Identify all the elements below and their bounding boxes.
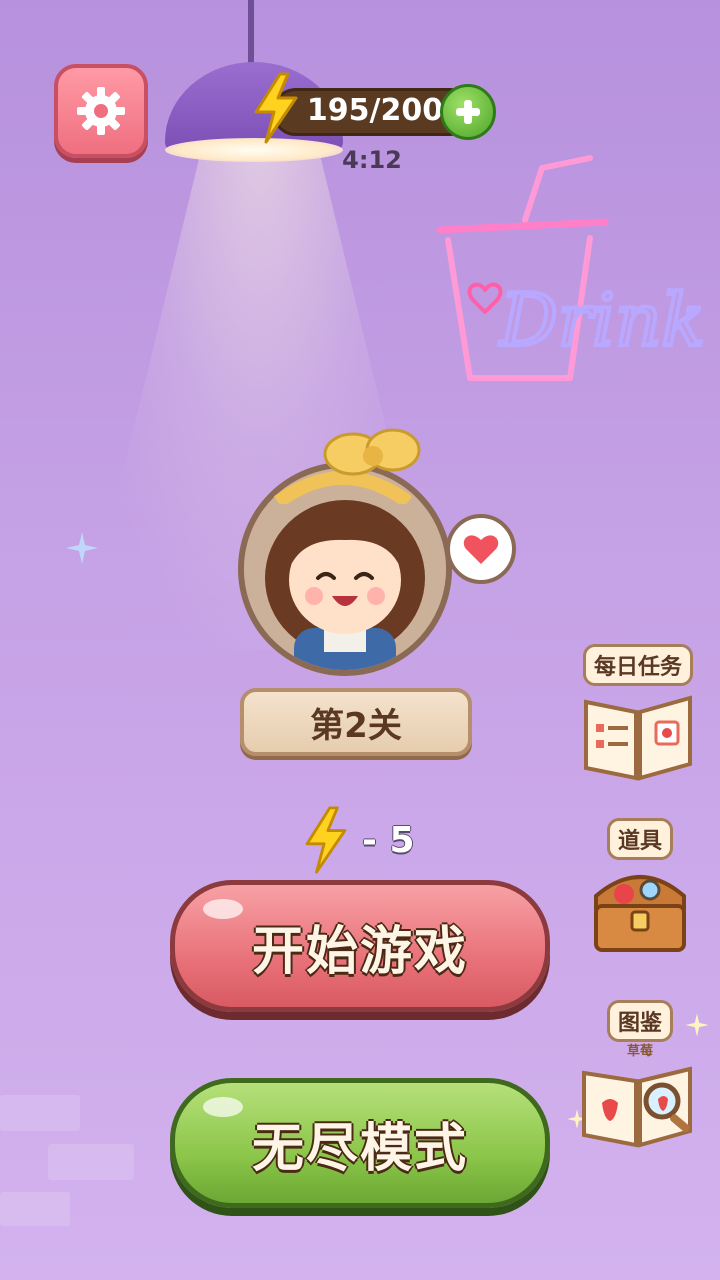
- level-label: 第2关: [310, 705, 402, 746]
- energy-refill-timer: 4:12: [342, 146, 402, 174]
- treasure-chest-icon: [594, 875, 686, 952]
- lightning-icon: [254, 72, 298, 144]
- energy-count: 195/200: [306, 93, 444, 128]
- neon-drink-sign: Drink: [436, 155, 707, 381]
- energy-cost-text: - 5: [362, 819, 415, 861]
- collection-label: 图鉴: [606, 1000, 673, 1042]
- endless-mode-label: 无尽模式: [251, 1118, 468, 1179]
- daily-tasks-label: 每日任务: [582, 644, 693, 686]
- daily-tasks-button[interactable]: 每日任务: [578, 644, 698, 782]
- energy-cost: - 5: [300, 806, 415, 874]
- heart-speech-bubble: [446, 514, 516, 584]
- endless-mode-button[interactable]: 无尽模式: [170, 1078, 550, 1208]
- items-button[interactable]: 道具: [580, 818, 700, 956]
- start-game-button[interactable]: 开始游戏: [170, 880, 550, 1012]
- neon-sign-text: Drink: [498, 278, 705, 362]
- sparkle-icon: [66, 532, 98, 564]
- start-game-label: 开始游戏: [251, 921, 468, 982]
- wall-brick: [48, 1144, 134, 1180]
- magnifier-book-icon: [582, 1066, 692, 1148]
- heart-icon: [463, 535, 499, 564]
- button-gloss: [203, 1097, 243, 1117]
- lightning-icon: [305, 806, 347, 874]
- plus-icon: [456, 100, 480, 124]
- collection-button[interactable]: 图鉴 草莓: [580, 1000, 700, 1149]
- wall-brick: [0, 1192, 70, 1226]
- level-plate: 第2关: [240, 688, 472, 756]
- lamp-cord: [248, 0, 254, 70]
- wall-brick: [0, 1095, 80, 1131]
- hair-bow: [273, 428, 421, 504]
- open-book-icon: [584, 695, 692, 781]
- button-gloss: [203, 899, 243, 919]
- items-label: 道具: [606, 818, 673, 860]
- gear-icon: [77, 87, 125, 135]
- settings-button[interactable]: [54, 64, 148, 158]
- add-energy-button[interactable]: [440, 84, 496, 140]
- collection-sublabel: 草莓: [626, 1044, 653, 1059]
